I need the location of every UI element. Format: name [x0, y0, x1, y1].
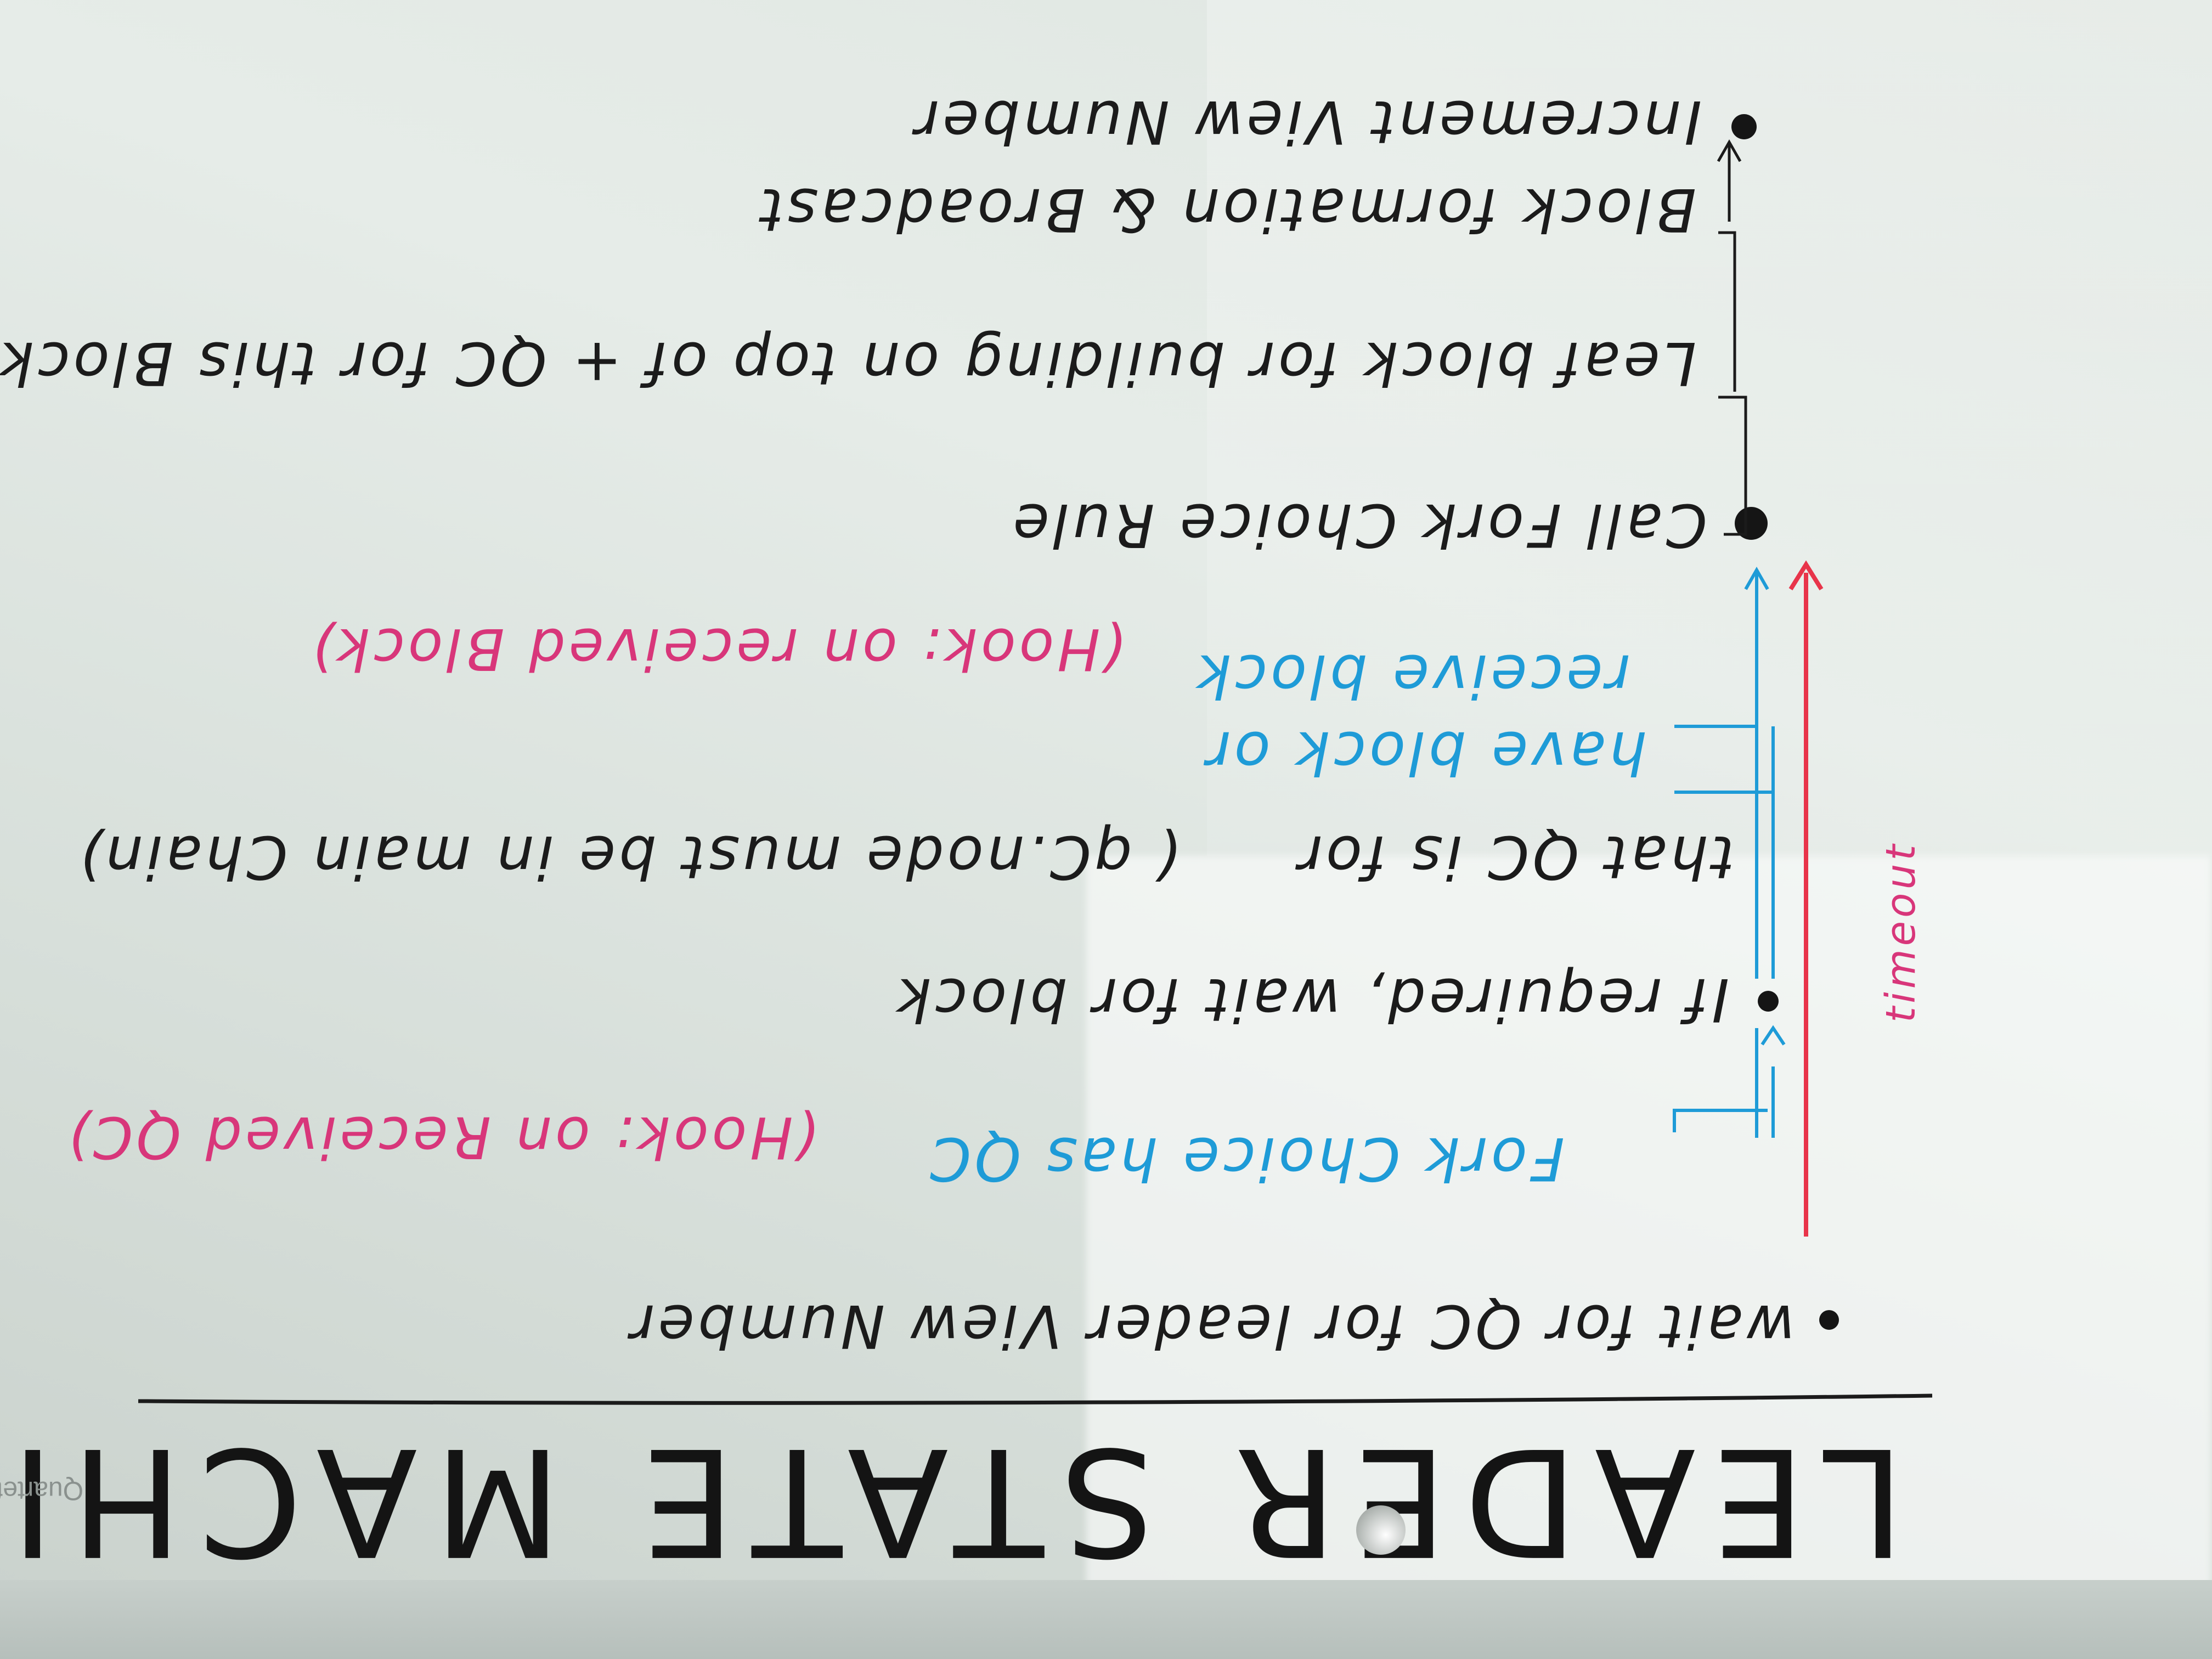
flow-arrows [1673, 139, 1824, 1237]
whiteboard-photo: LEADER STATE MACHINE wait for QC for lea… [0, 0, 2212, 1659]
mounting-screw [1356, 1505, 1406, 1555]
brand-label: Quartet [0, 1476, 83, 1505]
timeout-label: timeout [1877, 841, 1925, 1023]
whiteboard-content: LEADER STATE MACHINE wait for QC for lea… [0, 0, 2212, 1659]
board-frame-edge [0, 1580, 2212, 1659]
